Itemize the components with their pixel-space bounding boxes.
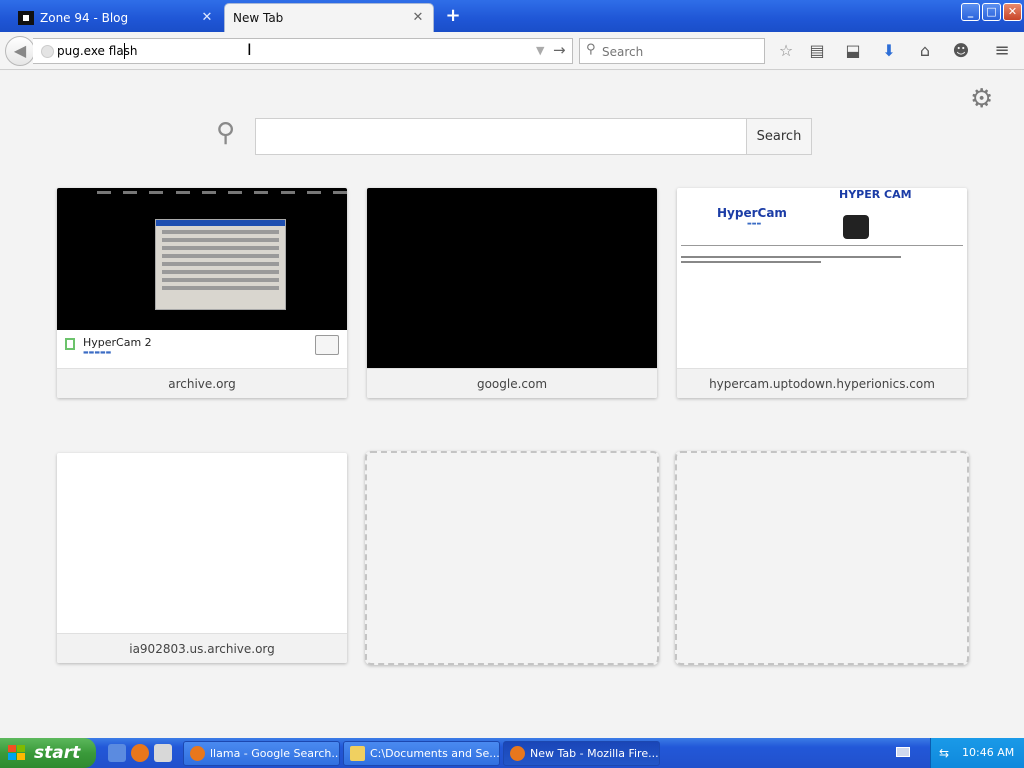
tile-label: archive.org xyxy=(57,368,347,398)
hypercam-brand: HYPER CAM xyxy=(839,188,912,201)
taskbar-item-google-search[interactable]: llama - Google Search... xyxy=(183,741,340,766)
url-input[interactable]: pug.exe flash xyxy=(57,44,138,58)
folder-icon xyxy=(350,746,365,761)
pocket-icon[interactable]: ⬓ xyxy=(841,40,865,62)
close-window-button[interactable]: ✕ xyxy=(1003,3,1022,21)
task-label: New Tab - Mozilla Fire... xyxy=(530,747,659,760)
newtab-search-icon: ⚲ xyxy=(216,118,236,148)
favorite-icon xyxy=(315,335,339,355)
newtab-search-button[interactable]: Search xyxy=(746,118,812,155)
search-bar[interactable]: ⚲ xyxy=(579,38,765,64)
tile-label: ia902803.us.archive.org xyxy=(57,633,347,663)
tile-label: hypercam.uptodown.hyperionics.com xyxy=(677,368,967,398)
tile-thumbnail xyxy=(57,453,347,633)
tab-label: Zone 94 - Blog xyxy=(40,10,129,25)
firefox-icon xyxy=(190,746,205,761)
quicklaunch-ie-icon[interactable] xyxy=(108,744,126,762)
new-tab-button[interactable]: + xyxy=(444,7,462,25)
camera-icon xyxy=(843,215,869,239)
social-icon[interactable]: ☻ xyxy=(949,40,973,62)
new-tab-page: ⚙ ⚲ Search HyperCam 2 ▬▬▬▬▬ archive.org xyxy=(0,71,1024,738)
minimize-button[interactable]: _ xyxy=(961,3,980,21)
tile-hypercam-uptodown[interactable]: HyperCam ▬▬▬ HYPER CAM hypercam.uptodown… xyxy=(677,188,967,398)
bookmark-star-icon[interactable]: ☆ xyxy=(774,40,798,62)
empty-tile-slot xyxy=(675,451,969,665)
tab-strip: Zone 94 - Blog ✕ New Tab ✕ + _ □ ✕ xyxy=(0,0,1024,32)
start-button[interactable]: start xyxy=(0,738,96,768)
app-icon xyxy=(65,338,75,350)
task-label: llama - Google Search... xyxy=(210,747,340,760)
tile-label: google.com xyxy=(367,368,657,398)
keyboard-layout-icon[interactable] xyxy=(896,747,910,757)
taskbar-item-documents-folder[interactable]: C:\Documents and Se... xyxy=(343,741,500,766)
download-icon[interactable]: ⬇ xyxy=(877,40,901,62)
windows-flag-icon xyxy=(8,745,26,761)
tile-thumbnail: HyperCam 2 ▬▬▬▬▬ xyxy=(57,188,347,368)
library-icon[interactable]: ▤ xyxy=(805,40,829,62)
maximize-button[interactable]: □ xyxy=(982,3,1001,21)
tile-google-com[interactable]: google.com xyxy=(367,188,657,398)
tab-new-tab[interactable]: New Tab ✕ xyxy=(224,3,434,32)
tab-zone94-blog[interactable]: Zone 94 - Blog ✕ xyxy=(10,3,222,32)
hypercam-dialog-thumb xyxy=(155,219,286,310)
quicklaunch-media-icon[interactable] xyxy=(154,744,172,762)
navigation-toolbar: ◀ pug.exe flash ▼ → ⚲ ☆ ▤ ⬓ ⬇ ⌂ ☻ ≡ xyxy=(0,32,1024,70)
clock: 10:46 AM xyxy=(962,746,1015,759)
zone94-favicon-icon xyxy=(18,10,34,25)
quicklaunch-firefox-icon[interactable] xyxy=(131,744,149,762)
search-input[interactable] xyxy=(602,43,752,61)
task-label: C:\Documents and Se... xyxy=(370,747,500,760)
home-icon[interactable]: ⌂ xyxy=(913,40,937,62)
text-caret xyxy=(124,43,125,59)
tile-archive-org[interactable]: HyperCam 2 ▬▬▬▬▬ archive.org xyxy=(57,188,347,398)
tab-close-icon[interactable]: ✕ xyxy=(411,11,425,25)
gear-icon[interactable]: ⚙ xyxy=(970,84,993,114)
globe-icon xyxy=(41,45,54,58)
dropdown-icon[interactable]: ▼ xyxy=(536,44,544,57)
thumb-byline: ▬▬▬▬▬ xyxy=(83,349,112,356)
search-icon: ⚲ xyxy=(586,42,596,57)
newtab-search-input[interactable] xyxy=(255,118,747,155)
start-label: start xyxy=(34,743,81,763)
tab-label: New Tab xyxy=(233,11,284,25)
tile-ia902803-archive[interactable]: ia902803.us.archive.org xyxy=(57,453,347,663)
tile-thumbnail: HyperCam ▬▬▬ HYPER CAM xyxy=(677,188,967,368)
taskbar: start llama - Google Search... C:\Docume… xyxy=(0,738,1024,768)
hypercam-logo: HyperCam xyxy=(717,206,787,220)
thumb-title: HyperCam 2 xyxy=(83,336,152,349)
network-icon[interactable]: ⇆ xyxy=(939,746,955,760)
taskbar-item-firefox-newtab[interactable]: New Tab - Mozilla Fire... xyxy=(503,741,660,766)
empty-tile-slot xyxy=(365,451,659,665)
tile-thumbnail xyxy=(367,188,657,368)
tab-close-icon[interactable]: ✕ xyxy=(200,10,214,25)
firefox-icon xyxy=(510,746,525,761)
system-tray: ⇆ 10:46 AM xyxy=(930,738,1024,768)
mouse-cursor: I xyxy=(247,40,252,59)
go-arrow-icon[interactable]: → xyxy=(553,41,566,59)
menu-icon[interactable]: ≡ xyxy=(990,40,1014,62)
back-icon[interactable]: ◀ xyxy=(5,36,35,66)
url-bar[interactable]: pug.exe flash ▼ → xyxy=(33,38,573,64)
